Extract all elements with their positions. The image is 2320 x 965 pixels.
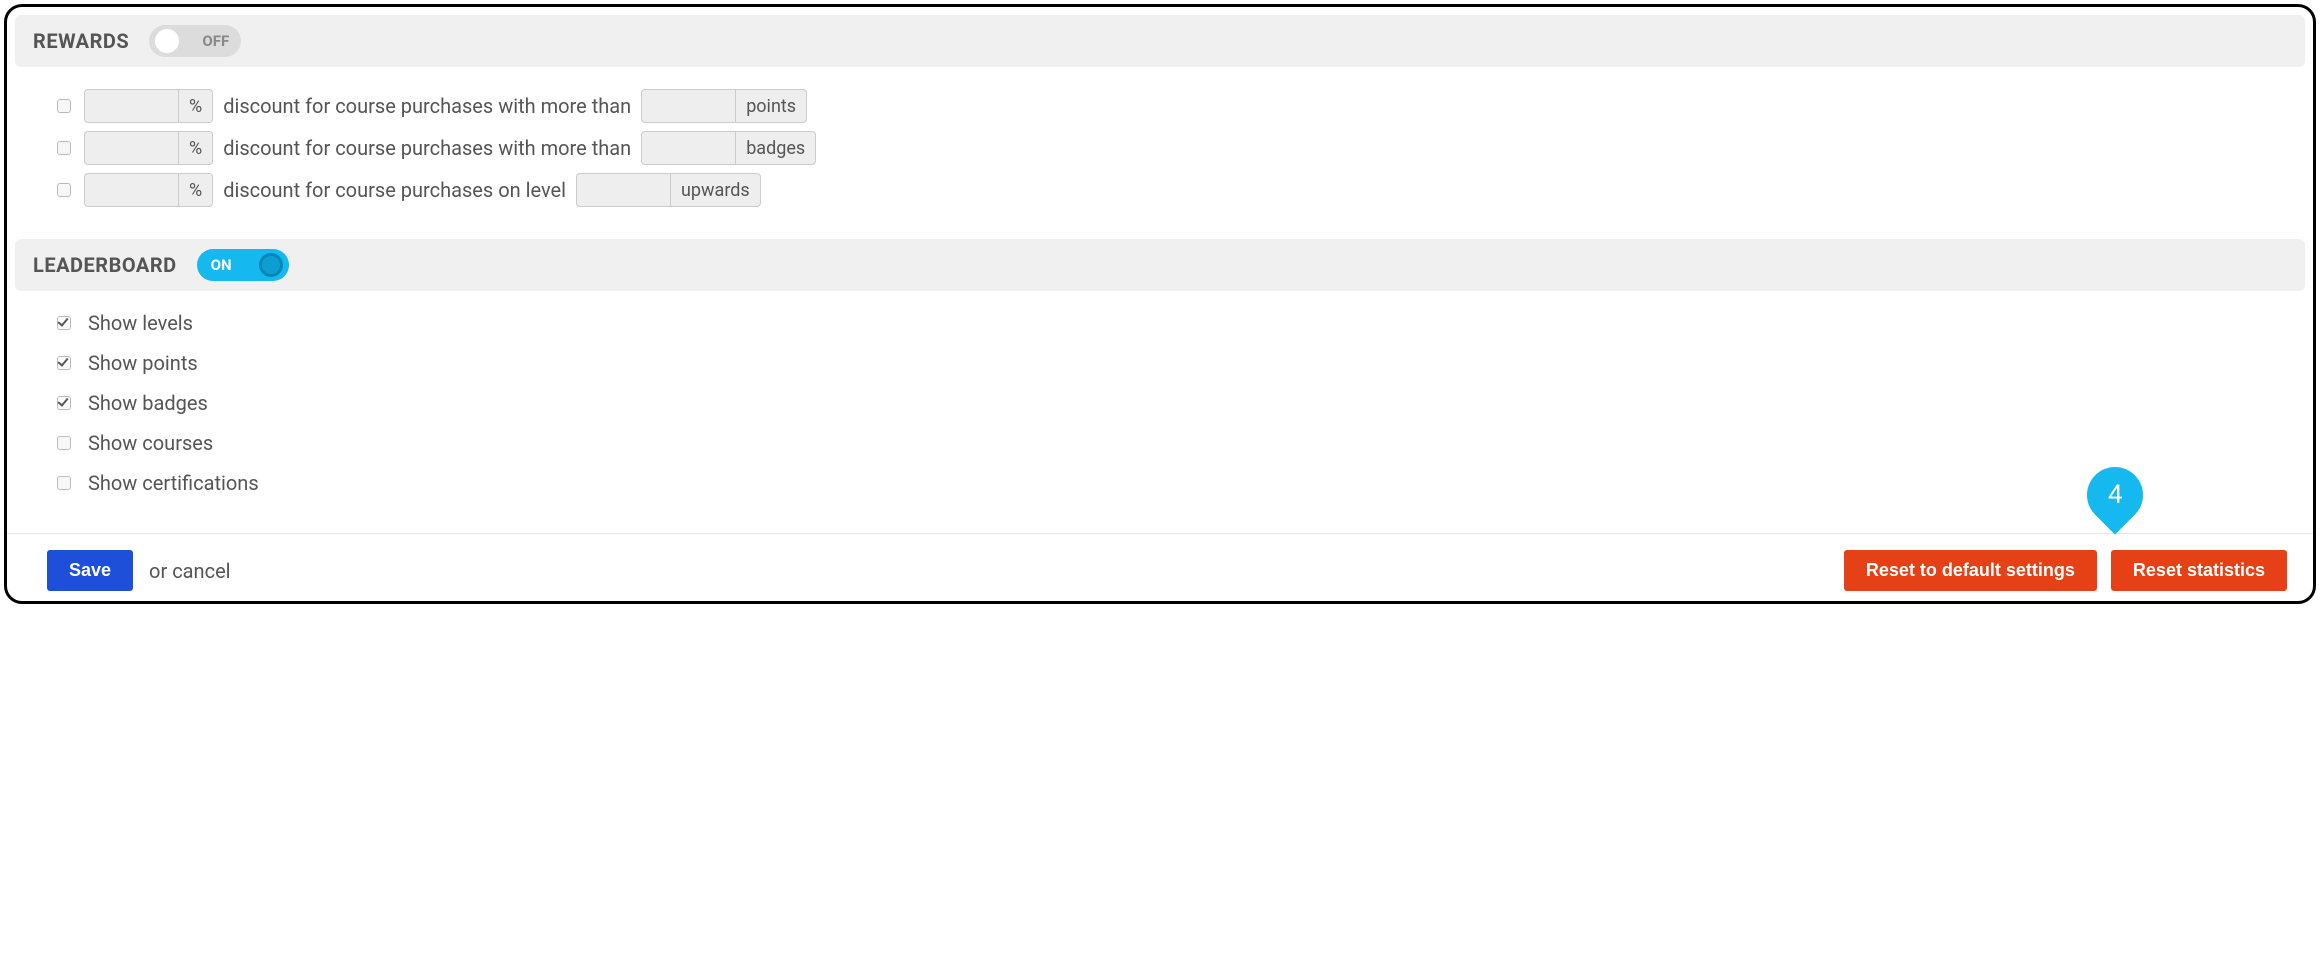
reward-points-value-group: points <box>641 89 807 123</box>
reward-points-percent-group: % <box>84 89 213 123</box>
save-button[interactable]: Save <box>47 550 133 591</box>
reward-level-value-input[interactable] <box>576 173 670 207</box>
percent-addon: % <box>178 173 213 207</box>
show-points-checkbox[interactable] <box>57 356 71 370</box>
leaderboard-item-courses: Show courses <box>53 431 2283 455</box>
show-levels-label: Show levels <box>88 311 193 335</box>
rewards-toggle-label: OFF <box>202 32 229 50</box>
reward-points-text: discount for course purchases with more … <box>223 94 631 118</box>
footer-right: Reset to default settings Reset statisti… <box>1844 550 2287 591</box>
rewards-title: REWARDS <box>33 29 129 53</box>
upwards-addon: upwards <box>670 173 761 207</box>
reward-badges-value-input[interactable] <box>641 131 735 165</box>
show-badges-checkbox[interactable] <box>57 396 71 410</box>
rewards-toggle[interactable]: OFF <box>149 25 241 57</box>
show-certifications-label: Show certifications <box>88 471 259 495</box>
reward-badges-value-group: badges <box>641 131 816 165</box>
reward-points-value-input[interactable] <box>641 89 735 123</box>
reset-statistics-button[interactable]: Reset statistics <box>2111 550 2287 591</box>
reward-level-percent-group: % <box>84 173 213 207</box>
reward-badges-checkbox[interactable] <box>57 141 71 155</box>
leaderboard-item-badges: Show badges <box>53 391 2283 415</box>
footer-bar: Save or cancel Reset to default settings… <box>7 533 2313 601</box>
reward-badges-percent-input[interactable] <box>84 131 178 165</box>
show-levels-checkbox[interactable] <box>57 316 71 330</box>
show-certifications-checkbox[interactable] <box>57 476 71 490</box>
leaderboard-toggle[interactable]: ON <box>197 249 289 281</box>
reward-points-checkbox[interactable] <box>57 99 71 113</box>
rewards-body: % discount for course purchases with mor… <box>7 67 2313 231</box>
reward-row-points: % discount for course purchases with mor… <box>53 89 2283 123</box>
reward-level-percent-input[interactable] <box>84 173 178 207</box>
points-addon: points <box>735 89 807 123</box>
reward-row-badges: % discount for course purchases with mor… <box>53 131 2283 165</box>
show-badges-label: Show badges <box>88 391 208 415</box>
toggle-knob <box>259 253 283 277</box>
reward-badges-text: discount for course purchases with more … <box>223 136 631 160</box>
reward-row-level: % discount for course purchases on level… <box>53 173 2283 207</box>
reward-badges-percent-group: % <box>84 131 213 165</box>
reward-level-text: discount for course purchases on level <box>223 178 566 202</box>
reward-level-checkbox[interactable] <box>57 183 71 197</box>
settings-panel: REWARDS OFF % discount for course purcha… <box>4 4 2316 604</box>
leaderboard-title: LEADERBOARD <box>33 253 177 277</box>
step-balloon-number: 4 <box>2108 480 2123 510</box>
reward-points-percent-input[interactable] <box>84 89 178 123</box>
or-cancel-text: or cancel <box>149 559 231 583</box>
percent-addon: % <box>178 131 213 165</box>
badges-addon: badges <box>735 131 816 165</box>
show-points-label: Show points <box>88 351 198 375</box>
cancel-link[interactable]: cancel <box>172 559 230 583</box>
leaderboard-item-points: Show points <box>53 351 2283 375</box>
show-courses-label: Show courses <box>88 431 213 455</box>
leaderboard-item-levels: Show levels <box>53 311 2283 335</box>
toggle-knob <box>155 29 179 53</box>
show-courses-checkbox[interactable] <box>57 436 71 450</box>
rewards-section-header: REWARDS OFF <box>15 15 2305 67</box>
footer-left: Save or cancel <box>47 550 231 591</box>
leaderboard-section-header: LEADERBOARD ON <box>15 239 2305 291</box>
reward-level-value-group: upwards <box>576 173 761 207</box>
percent-addon: % <box>178 89 213 123</box>
leaderboard-toggle-label: ON <box>211 256 232 274</box>
reset-defaults-button[interactable]: Reset to default settings <box>1844 550 2097 591</box>
leaderboard-item-certifications: Show certifications <box>53 471 2283 495</box>
leaderboard-body: Show levels Show points Show badges Show… <box>7 291 2313 527</box>
